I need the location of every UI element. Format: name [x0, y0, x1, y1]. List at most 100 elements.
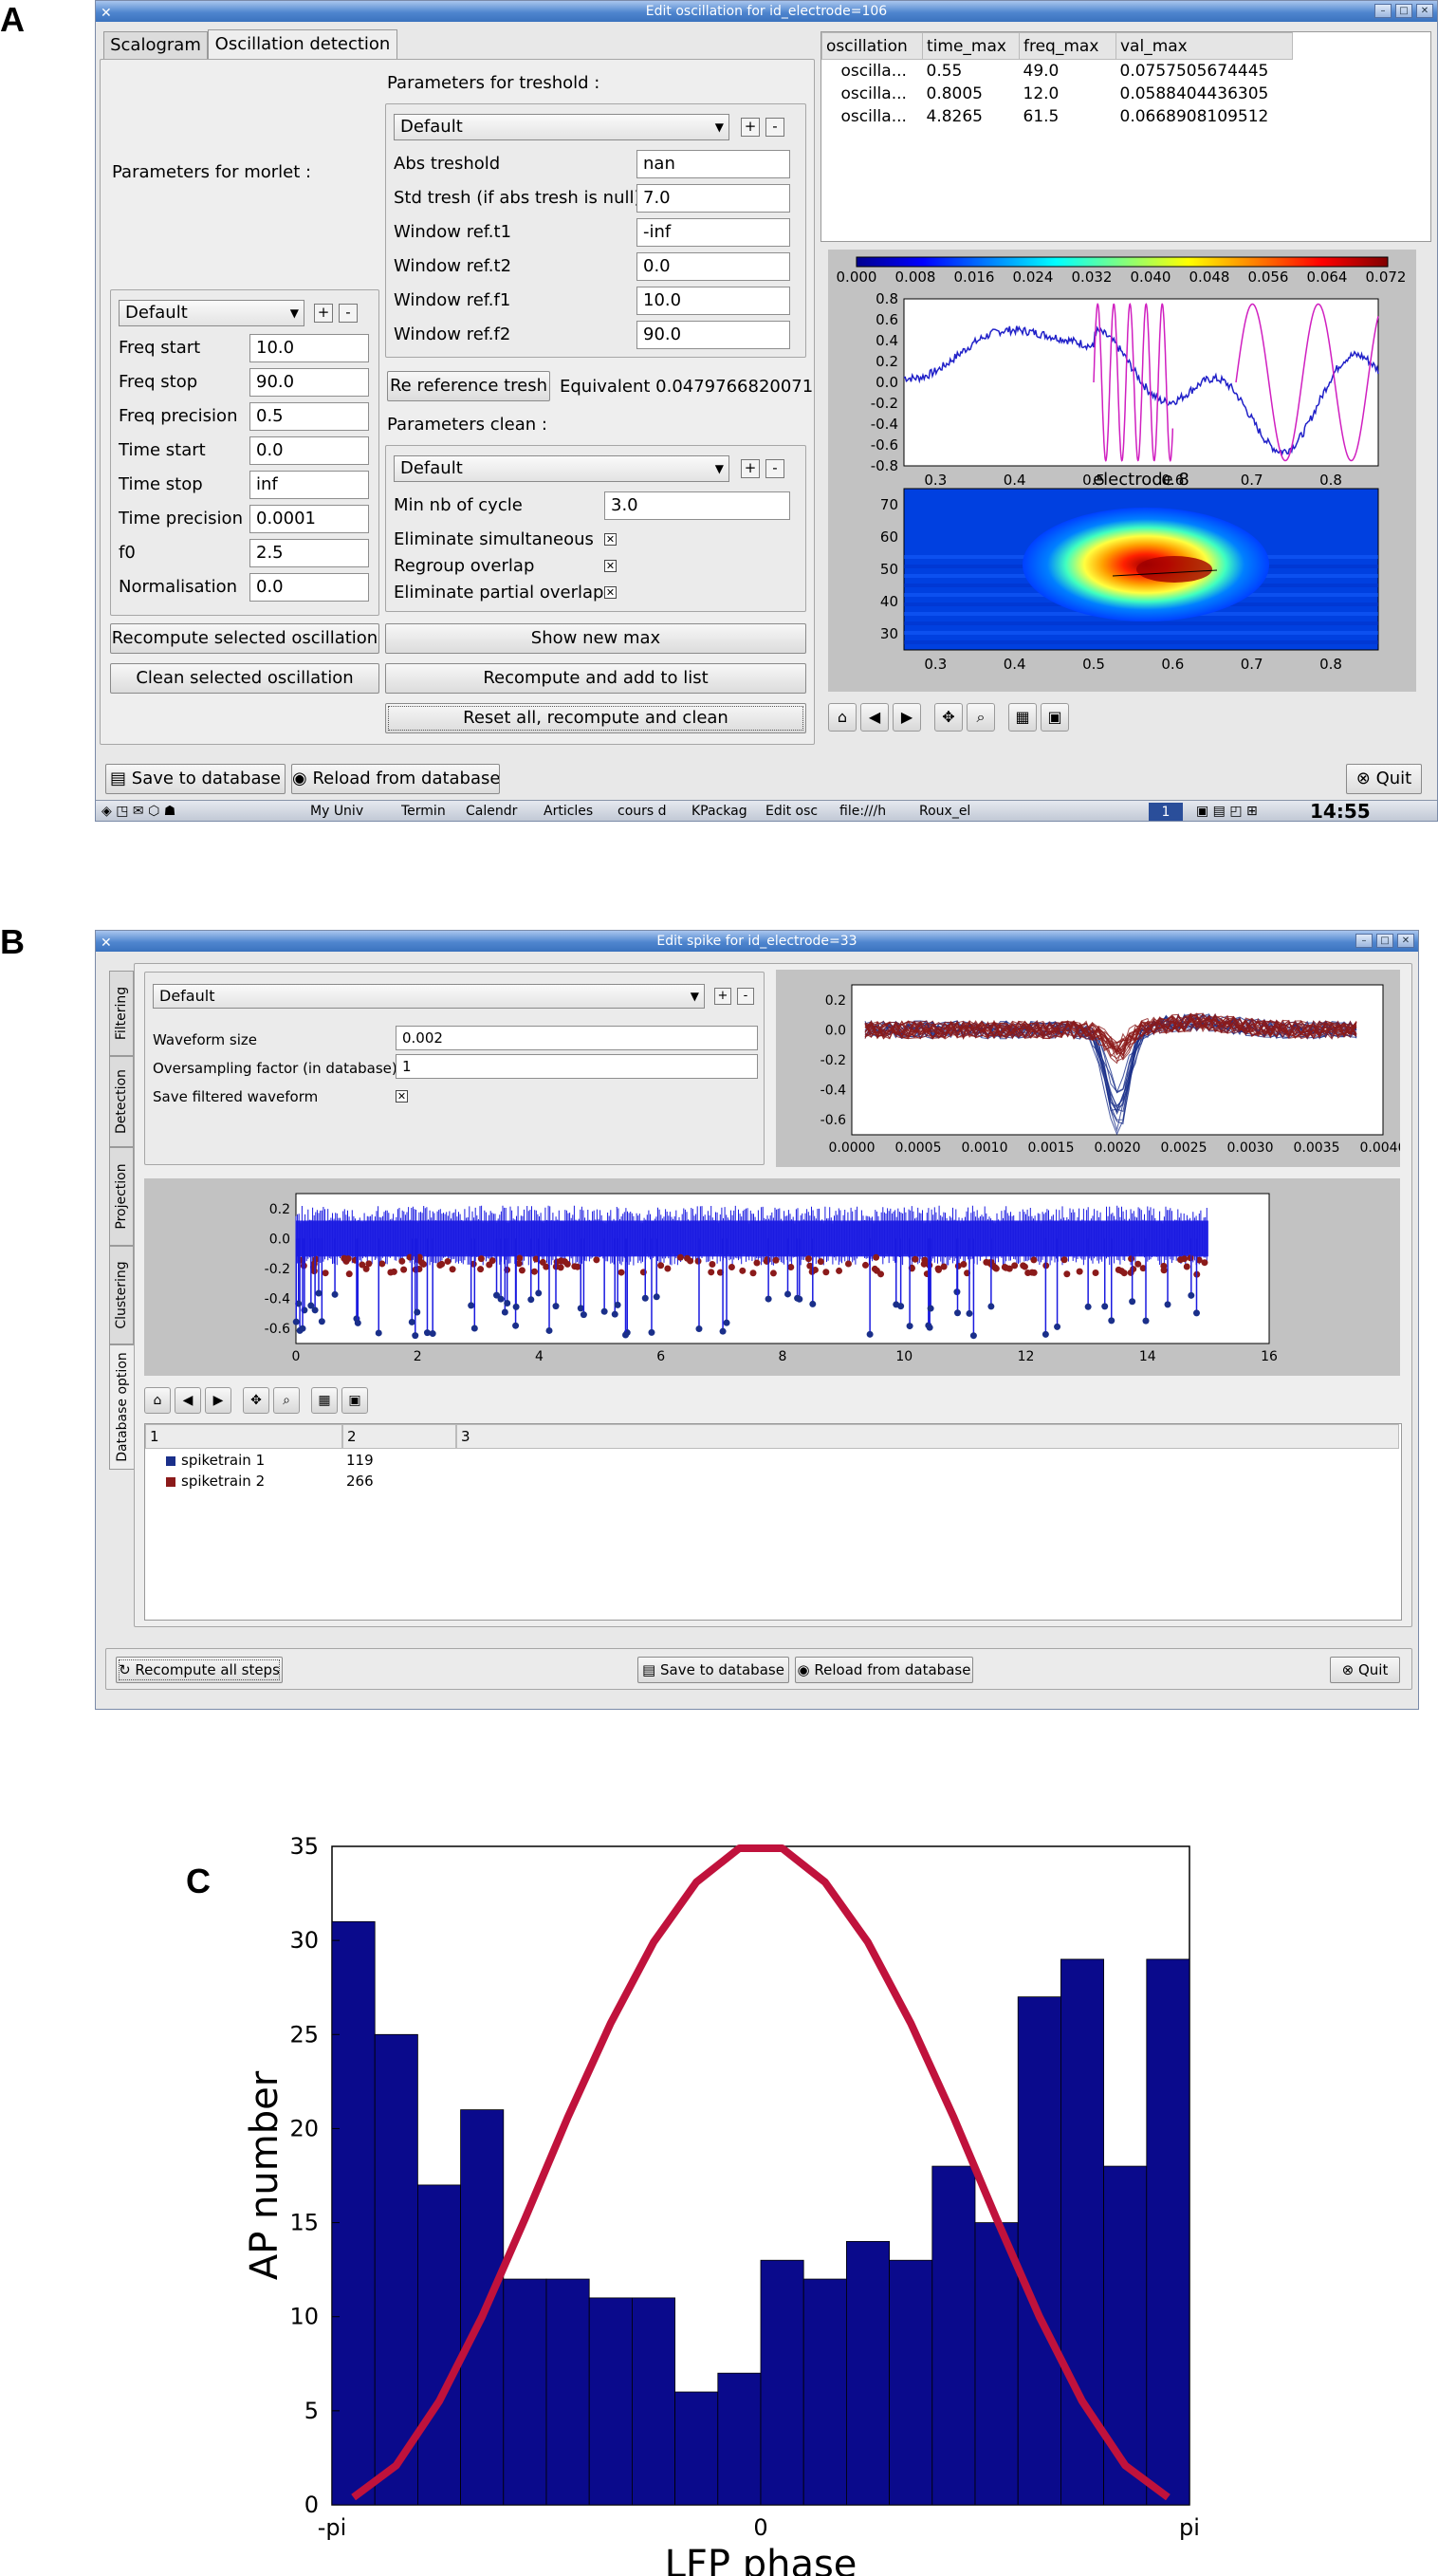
- list-item[interactable]: spiketrain 2 266: [145, 1472, 525, 1492]
- oscillation-window-titlebar[interactable]: ✕ Edit oscillation for id_electrode=106 …: [96, 1, 1437, 22]
- tab-database-option[interactable]: Database option: [109, 1344, 136, 1470]
- maximize-icon[interactable]: □: [1376, 934, 1393, 948]
- morlet-preset-select[interactable]: Default ▼: [119, 300, 304, 326]
- trace-plot-canvas[interactable]: 0.2 0.0 -0.2 -0.4 -0.6 0 2 4 6 8 10 12 14 16: [144, 1178, 1400, 1376]
- add-preset-icon[interactable]: +: [714, 988, 731, 1005]
- list-header[interactable]: 3: [456, 1424, 1399, 1449]
- close-icon[interactable]: ✕: [1397, 934, 1414, 948]
- table-row[interactable]: oscilla... 0.8005 12.0 0.0588404436305: [822, 83, 1293, 105]
- window-ref-f2-field[interactable]: 90.0: [636, 321, 790, 349]
- home-icon[interactable]: ⌂: [828, 703, 857, 732]
- clean-selected-button[interactable]: Clean selected oscillation: [110, 663, 379, 694]
- eliminate-simultaneous-checkbox[interactable]: ✕: [604, 533, 617, 546]
- regroup-overlap-checkbox[interactable]: ✕: [604, 560, 617, 572]
- back-icon[interactable]: ◀: [175, 1387, 201, 1414]
- f0-field[interactable]: 2.5: [249, 539, 369, 567]
- recompute-add-button[interactable]: Recompute and add to list: [385, 663, 806, 694]
- taskbar-item[interactable]: cours d: [618, 801, 686, 821]
- tab-oscillation-detection[interactable]: Oscillation detection: [208, 29, 397, 60]
- waveform-plot-canvas[interactable]: 0.2 0.0 -0.2 -0.4 -0.6 0.0000 0.0005 0.0010 0.00…: [776, 970, 1407, 1167]
- recompute-selected-button[interactable]: Recompute selected oscillation: [110, 623, 379, 654]
- taskbar-item[interactable]: My Univ: [310, 801, 396, 821]
- save-database-button[interactable]: ▤ Save to database: [637, 1657, 789, 1683]
- normalisation-field[interactable]: 0.0: [249, 573, 369, 602]
- clean-preset-select[interactable]: Default ▼: [394, 455, 729, 482]
- oscillation-plot-canvas[interactable]: 0.000 0.008 0.016 0.024 0.032 0.040 0.048 0.056…: [828, 250, 1416, 692]
- table-header[interactable]: time_max: [922, 32, 1020, 60]
- pan-icon[interactable]: ✥: [243, 1387, 269, 1414]
- remove-preset-icon[interactable]: -: [339, 304, 358, 323]
- save-filtered-checkbox[interactable]: ✕: [396, 1090, 408, 1103]
- eliminate-partial-overlap-checkbox[interactable]: ✕: [604, 586, 617, 599]
- freq-precision-field[interactable]: 0.5: [249, 402, 369, 431]
- remove-preset-icon[interactable]: -: [765, 459, 784, 478]
- remove-preset-icon[interactable]: -: [737, 988, 754, 1005]
- back-icon[interactable]: ◀: [860, 703, 889, 732]
- app-menu-icon[interactable]: ✕: [101, 933, 112, 954]
- tab-detection[interactable]: Detection: [109, 1056, 134, 1147]
- subplots-icon[interactable]: ▦: [311, 1387, 338, 1414]
- taskbar-item[interactable]: file:///h: [839, 801, 913, 821]
- list-item[interactable]: spiketrain 1 119: [145, 1451, 525, 1472]
- spike-preset-select[interactable]: Default ▼: [153, 984, 705, 1009]
- tab-scalogram[interactable]: Scalogram: [103, 31, 208, 60]
- oversampling-field[interactable]: 1: [396, 1054, 758, 1079]
- subplots-icon[interactable]: ▦: [1008, 703, 1037, 732]
- start-menu-icon[interactable]: ◈ ◳ ✉ ⬡ ☗: [101, 801, 175, 821]
- tab-projection[interactable]: Projection: [109, 1147, 134, 1246]
- reload-database-button[interactable]: ◉ Reload from database: [795, 1657, 973, 1683]
- quit-button[interactable]: ⊗ Quit: [1346, 764, 1422, 794]
- tab-filtering[interactable]: Filtering: [109, 971, 134, 1056]
- reset-all-button[interactable]: Reset all, recompute and clean: [385, 703, 806, 733]
- abs-threshold-field[interactable]: nan: [636, 150, 790, 178]
- zoom-icon[interactable]: ⌕: [273, 1387, 300, 1414]
- freq-stop-field[interactable]: 90.0: [249, 368, 369, 397]
- taskbar-item[interactable]: KPackag: [691, 801, 760, 821]
- app-menu-icon[interactable]: ✕: [101, 3, 112, 24]
- window-ref-t1-field[interactable]: -inf: [636, 218, 790, 247]
- rereference-threshold-button[interactable]: Re reference tresh: [387, 371, 550, 401]
- spike-window-titlebar[interactable]: ✕ Edit spike for id_electrode=33 – □ ✕: [96, 931, 1418, 952]
- reload-database-button[interactable]: ◉ Reload from database: [291, 764, 500, 794]
- tab-clustering[interactable]: Clustering: [109, 1246, 134, 1344]
- taskbar-item[interactable]: Termin: [401, 801, 460, 821]
- window-ref-t2-field[interactable]: 0.0: [636, 252, 790, 281]
- minimize-icon[interactable]: –: [1355, 934, 1373, 948]
- table-header[interactable]: oscillation: [821, 32, 923, 60]
- desktop-pager[interactable]: 1: [1149, 803, 1183, 821]
- time-start-field[interactable]: 0.0: [249, 436, 369, 465]
- show-new-max-button[interactable]: Show new max: [385, 623, 806, 654]
- maximize-icon[interactable]: □: [1395, 4, 1412, 18]
- list-header[interactable]: 2: [342, 1424, 456, 1449]
- freq-start-field[interactable]: 10.0: [249, 334, 369, 362]
- table-row[interactable]: oscilla... 4.8265 61.5 0.0668908109512: [822, 105, 1293, 128]
- close-icon[interactable]: ✕: [1416, 4, 1433, 18]
- save-figure-icon[interactable]: ▣: [341, 1387, 368, 1414]
- forward-icon[interactable]: ▶: [205, 1387, 231, 1414]
- forward-icon[interactable]: ▶: [893, 703, 921, 732]
- add-preset-icon[interactable]: +: [741, 118, 760, 137]
- save-figure-icon[interactable]: ▣: [1041, 703, 1069, 732]
- minimize-icon[interactable]: –: [1374, 4, 1392, 18]
- save-database-button[interactable]: ▤ Save to database: [105, 764, 286, 794]
- taskbar-item[interactable]: Edit osc: [765, 801, 834, 821]
- pan-icon[interactable]: ✥: [934, 703, 963, 732]
- quit-button[interactable]: ⊗ Quit: [1330, 1657, 1400, 1683]
- recompute-all-button[interactable]: ↻ Recompute all steps: [116, 1657, 283, 1683]
- taskbar-item[interactable]: Calendr: [466, 801, 538, 821]
- list-header[interactable]: 1: [145, 1424, 342, 1449]
- waveform-size-field[interactable]: 0.002: [396, 1026, 758, 1050]
- table-header[interactable]: freq_max: [1019, 32, 1116, 60]
- add-preset-icon[interactable]: +: [314, 304, 333, 323]
- add-preset-icon[interactable]: +: [741, 459, 760, 478]
- taskbar-item[interactable]: Roux_el: [919, 801, 991, 821]
- home-icon[interactable]: ⌂: [144, 1387, 171, 1414]
- taskbar-item[interactable]: Articles: [544, 801, 612, 821]
- min-cycle-field[interactable]: 3.0: [604, 491, 790, 520]
- zoom-icon[interactable]: ⌕: [967, 703, 995, 732]
- window-ref-f1-field[interactable]: 10.0: [636, 287, 790, 315]
- remove-preset-icon[interactable]: -: [765, 118, 784, 137]
- table-row[interactable]: oscilla... 0.55 49.0 0.0757505674445: [822, 60, 1293, 83]
- time-stop-field[interactable]: inf: [249, 471, 369, 499]
- table-header[interactable]: val_max: [1115, 32, 1293, 60]
